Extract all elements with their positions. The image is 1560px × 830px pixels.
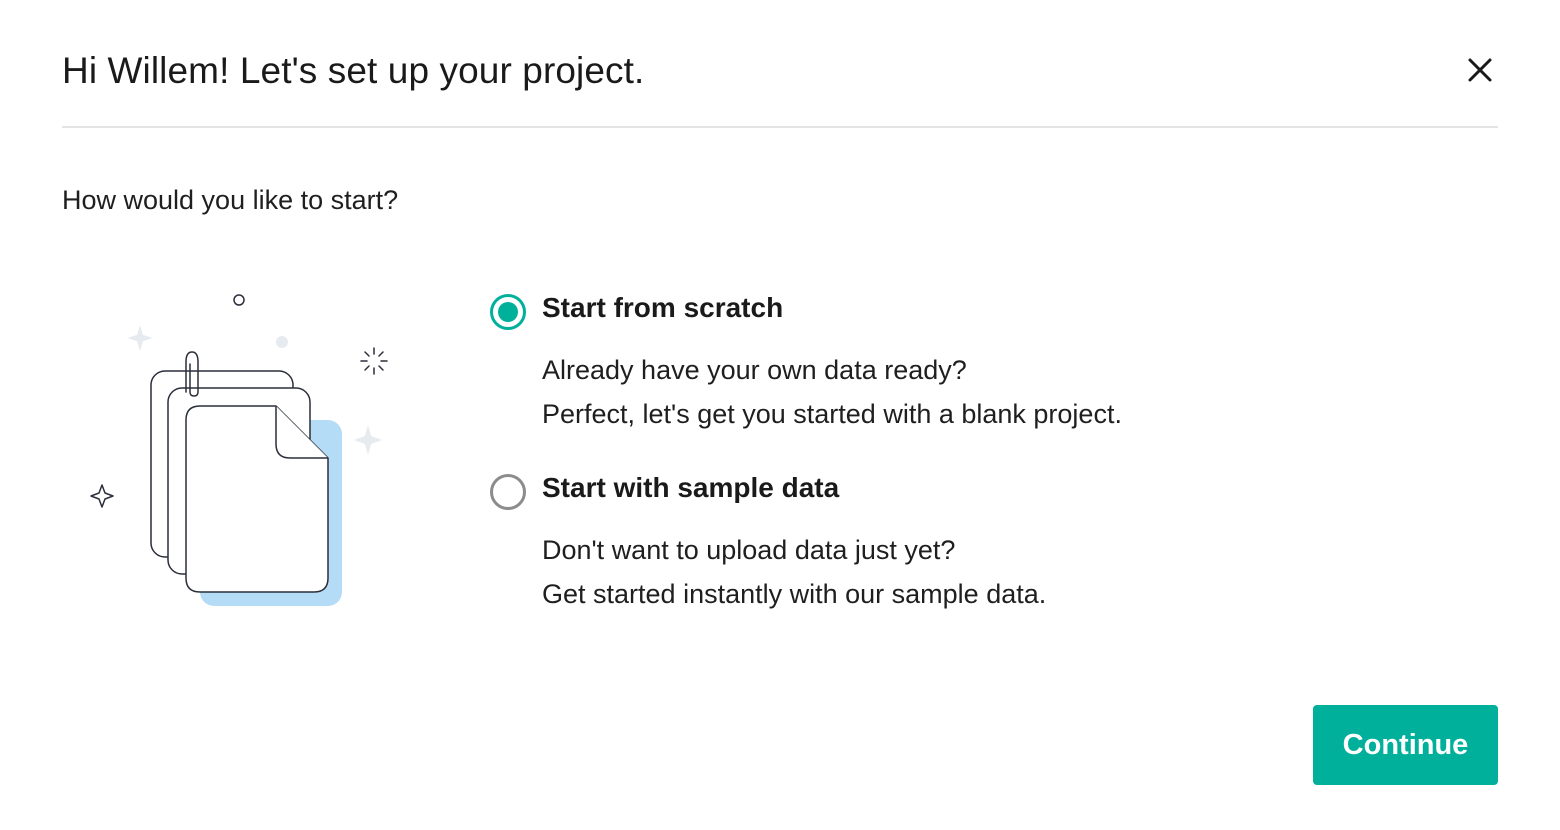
continue-button[interactable]: Continue (1313, 705, 1498, 785)
option-title: Start with sample data (542, 472, 840, 503)
option-start-with-sample-data[interactable]: Start with sample data Don't want to upl… (490, 470, 1390, 616)
option-description: Already have your own data ready? Perfec… (542, 348, 1390, 436)
dialog-title: Hi Willem! Let's set up your project. (62, 50, 645, 91)
radio-start-with-sample-data[interactable] (490, 474, 526, 510)
option-description-line: Get started instantly with our sample da… (542, 579, 1047, 609)
start-options: Start from scratch Already have your own… (490, 290, 1390, 616)
option-start-from-scratch[interactable]: Start from scratch Already have your own… (490, 290, 1390, 436)
documents-illustration-icon (80, 280, 410, 620)
option-description-line: Perfect, let's get you started with a bl… (542, 399, 1122, 429)
option-title: Start from scratch (542, 292, 784, 323)
sparkle-dark-icon (90, 484, 114, 508)
option-description-line: Already have your own data ready? (542, 355, 967, 385)
dot-decoration-icon (276, 336, 288, 348)
option-description: Don't want to upload data just yet? Get … (542, 528, 1390, 616)
setup-dialog: Hi Willem! Let's set up your project. Ho… (0, 0, 1560, 830)
circle-decoration-icon (233, 294, 245, 306)
close-icon (1468, 58, 1492, 82)
sparkle-light-icon (127, 325, 153, 351)
sparkle-light-icon (354, 425, 382, 455)
option-description-line: Don't want to upload data just yet? (542, 535, 956, 565)
close-button[interactable] (1462, 52, 1498, 88)
burst-decoration-icon (360, 347, 388, 375)
radio-start-from-scratch[interactable] (490, 294, 526, 330)
start-question: How would you like to start? (62, 185, 399, 215)
dialog-header: Hi Willem! Let's set up your project. (62, 0, 1498, 128)
